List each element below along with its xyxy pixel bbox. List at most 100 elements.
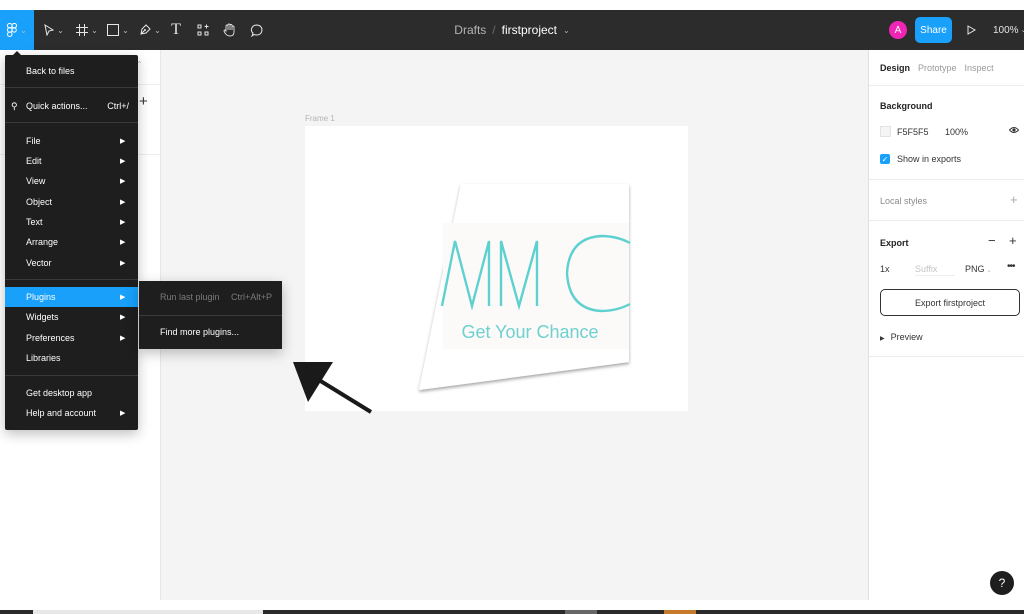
main-menu-button[interactable]: ⌄: [0, 10, 34, 50]
figma-logo-icon: [7, 23, 18, 37]
toolbar: ⌄ ⌄ ⌄ ⌄ ⌄ T Drafts / firstproject ⌄ A Sh…: [0, 10, 1024, 50]
chevron-down-icon[interactable]: ⌄: [563, 26, 570, 35]
tab-design[interactable]: Design: [880, 63, 910, 73]
visibility-eye-icon[interactable]: [1008, 126, 1020, 137]
frame-1[interactable]: Get Your Chance: [293, 126, 688, 414]
menu-item-widgets[interactable]: Widgets ▶: [5, 307, 138, 327]
avatar[interactable]: A: [889, 21, 907, 39]
menu-item-label: Preferences: [26, 333, 75, 343]
menu-item-label: Find more plugins...: [160, 327, 240, 337]
hand-tool-button[interactable]: [221, 10, 237, 50]
menu-item-label: Run last plugin: [160, 292, 220, 302]
menu-item-label: Object: [26, 197, 53, 207]
chevron-down-icon: ⌄: [91, 25, 98, 35]
taskbar-item[interactable]: [664, 610, 696, 614]
menu-item-shortcut: Ctrl+/: [107, 101, 129, 111]
export-heading: Export: [880, 238, 909, 248]
menu-item-label: Libraries: [26, 353, 61, 363]
local-styles-heading: Local styles: [880, 196, 928, 206]
menu-item-label: Arrange: [26, 237, 59, 247]
submenu-arrow-icon: ▶: [120, 314, 126, 321]
more-options-icon[interactable]: •••: [1007, 261, 1015, 272]
file-name[interactable]: firstproject: [502, 23, 557, 37]
resources-tool-button[interactable]: [195, 10, 211, 50]
menu-item-vector[interactable]: Vector ▶: [5, 253, 138, 273]
submenu-arrow-icon: ▶: [120, 410, 126, 417]
breadcrumb-folder-link[interactable]: Drafts: [454, 23, 486, 37]
chevron-down-icon: ⌄: [986, 268, 992, 274]
chevron-down-icon: ⌄: [154, 25, 161, 35]
remove-export-icon[interactable]: −: [988, 233, 996, 248]
taskbar-item[interactable]: [565, 610, 597, 614]
background-heading: Background: [880, 101, 933, 111]
breadcrumb-separator: /: [492, 23, 496, 37]
divider: [869, 85, 1024, 86]
submenu-item-run-last-plugin[interactable]: Run last plugin Ctrl+Alt+P: [139, 285, 282, 309]
rectangle-icon: [107, 24, 120, 36]
present-button[interactable]: [963, 20, 979, 40]
menu-separator: [5, 87, 138, 88]
background-color-swatch[interactable]: [880, 126, 891, 137]
add-page-icon[interactable]: +: [139, 93, 148, 110]
help-button[interactable]: ?: [990, 571, 1014, 595]
pen-nib-icon: [140, 24, 151, 35]
speech-bubble-icon: [250, 23, 263, 37]
caret-right-icon: ▶: [880, 336, 885, 342]
submenu-arrow-icon: ▶: [120, 260, 126, 267]
menu-item-edit[interactable]: Edit ▶: [5, 151, 138, 171]
menu-item-label: Vector: [26, 258, 52, 268]
tab-inspect[interactable]: Inspect: [965, 63, 994, 73]
menu-separator: [5, 279, 138, 280]
add-style-icon[interactable]: +: [1010, 192, 1018, 207]
properties-panel: Design Prototype Inspect Background F5F5…: [868, 50, 1024, 600]
divider: [869, 220, 1024, 221]
menu-item-view[interactable]: View ▶: [5, 171, 138, 191]
main-menu: Back to files ⚲ Quick actions... Ctrl+/ …: [5, 55, 138, 430]
background-hex-input[interactable]: F5F5F5: [897, 127, 929, 137]
submenu-arrow-icon: ▶: [120, 178, 126, 185]
shape-tool-button[interactable]: ⌄: [106, 10, 130, 50]
zoom-level-value: 100%: [993, 24, 1019, 36]
export-format-value: PNG: [965, 264, 985, 274]
menu-item-preferences[interactable]: Preferences ▶: [5, 328, 138, 348]
text-tool-button[interactable]: T: [168, 10, 184, 50]
share-button[interactable]: Share: [915, 17, 952, 43]
frame-hash-icon: [76, 24, 89, 36]
menu-item-get-desktop-app[interactable]: Get desktop app: [5, 383, 138, 403]
move-tool-button[interactable]: ⌄: [42, 10, 66, 50]
show-in-exports-label: Show in exports: [897, 154, 962, 164]
export-format-select[interactable]: PNG ⌄: [965, 264, 992, 274]
frame-label[interactable]: Frame 1: [305, 114, 335, 123]
menu-item-text[interactable]: Text ▶: [5, 212, 138, 232]
pen-tool-button[interactable]: ⌄: [138, 10, 162, 50]
frame-tool-button[interactable]: ⌄: [75, 10, 99, 50]
menu-item-help-and-account[interactable]: Help and account ▶: [5, 403, 138, 423]
submenu-arrow-icon: ▶: [120, 219, 126, 226]
show-in-exports-checkbox[interactable]: ✓: [880, 154, 890, 164]
taskbar-item[interactable]: [33, 610, 263, 614]
export-scale-select[interactable]: 1x: [880, 264, 890, 274]
chevron-down-icon: ⌄: [20, 25, 27, 35]
export-suffix-input[interactable]: Suffix: [915, 260, 955, 276]
add-export-icon[interactable]: +: [1009, 233, 1017, 248]
menu-item-plugins[interactable]: Plugins ▶: [5, 287, 138, 307]
tab-prototype[interactable]: Prototype: [918, 63, 957, 73]
menu-item-label: Back to files: [26, 66, 75, 76]
components-grid-icon: [197, 24, 209, 36]
preview-toggle[interactable]: ▶ Preview: [880, 332, 923, 342]
zoom-level-dropdown[interactable]: 100% ⌄: [993, 10, 1024, 50]
menu-item-label: Edit: [26, 156, 42, 166]
comment-tool-button[interactable]: [248, 10, 264, 50]
menu-item-label: Get desktop app: [26, 388, 93, 398]
menu-item-arrange[interactable]: Arrange ▶: [5, 232, 138, 252]
export-button[interactable]: Export firstproject: [880, 289, 1020, 316]
submenu-item-find-more-plugins[interactable]: Find more plugins...: [139, 320, 282, 344]
submenu-arrow-icon: ▶: [120, 158, 126, 165]
chevron-down-icon: ⌄: [122, 25, 129, 35]
menu-item-libraries[interactable]: Libraries: [5, 348, 138, 368]
background-opacity-input[interactable]: 100%: [945, 127, 968, 137]
menu-item-object[interactable]: Object ▶: [5, 192, 138, 212]
menu-item-back-to-files[interactable]: Back to files: [5, 61, 138, 81]
menu-item-quick-actions[interactable]: ⚲ Quick actions... Ctrl+/: [5, 96, 138, 116]
menu-item-file[interactable]: File ▶: [5, 131, 138, 151]
